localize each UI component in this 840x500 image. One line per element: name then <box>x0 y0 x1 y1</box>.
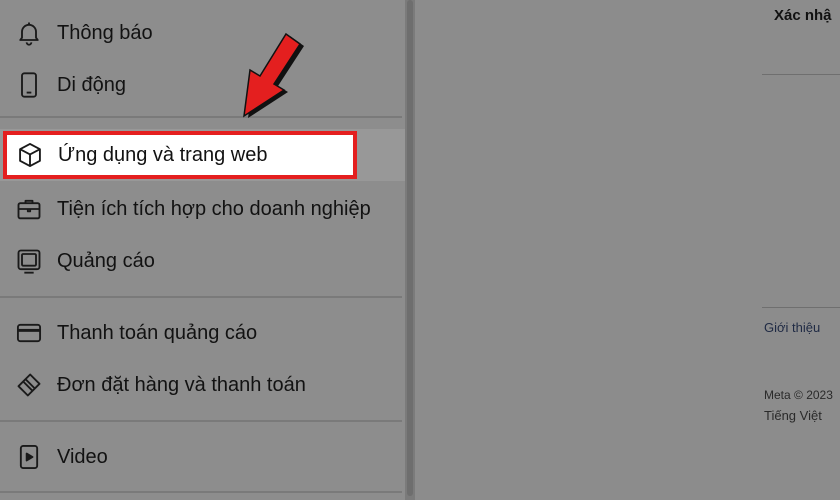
mobile-phone-icon <box>14 70 44 100</box>
highlight-box[interactable]: Ứng dụng và trang web <box>3 131 357 179</box>
sidebar-item-ads[interactable]: Quảng cáo <box>0 235 405 287</box>
settings-sidebar: Thông báo Di động Ứng dụng và trang web <box>0 0 405 500</box>
content-divider <box>762 74 840 75</box>
sidebar-item-notifications[interactable]: Thông báo <box>0 7 405 59</box>
sidebar-item-label: Tiện ích tích hợp cho doanh nghiệp <box>57 197 371 220</box>
sidebar-divider <box>0 420 402 422</box>
sidebar-item-business-integrations[interactable]: Tiện ích tích hợp cho doanh nghiệp <box>0 183 405 235</box>
ad-screen-icon <box>14 246 44 276</box>
sidebar-item-label: Di động <box>57 73 126 96</box>
sidebar-item-video[interactable]: Video <box>0 431 405 483</box>
credit-card-icon <box>14 318 44 348</box>
content-divider <box>762 307 840 308</box>
sidebar-item-label: Thông báo <box>57 21 153 44</box>
sidebar-item-label: Đơn đặt hàng và thanh toán <box>57 373 306 396</box>
bell-icon <box>14 18 44 48</box>
about-link[interactable]: Giới thiệu <box>764 320 820 335</box>
sidebar-item-label: Quảng cáo <box>57 249 155 272</box>
sidebar-divider <box>0 491 402 493</box>
sidebar-item-label: Thanh toán quảng cáo <box>57 321 258 344</box>
sidebar-divider <box>0 116 402 118</box>
cube-icon <box>15 140 45 170</box>
confirm-heading: Xác nhậ <box>774 7 832 24</box>
content-panel <box>415 0 840 500</box>
sidebar-item-label: Video <box>57 445 108 468</box>
sidebar-divider <box>0 296 402 298</box>
video-icon <box>14 442 44 472</box>
copyright-text: Meta © 2023 <box>764 388 833 402</box>
red-arrow-annotation <box>243 32 304 118</box>
briefcase-icon <box>14 194 44 224</box>
sidebar-item-mobile[interactable]: Di động <box>0 59 405 111</box>
tag-card-icon <box>14 370 44 400</box>
sidebar-item-orders-and-payments[interactable]: Đơn đặt hàng và thanh toán <box>0 359 405 411</box>
sidebar-item-ad-payments[interactable]: Thanh toán quảng cáo <box>0 307 405 359</box>
sidebar-item-label: Ứng dụng và trang web <box>58 143 268 166</box>
language-link[interactable]: Tiếng Việt <box>764 408 822 423</box>
sidebar-scrollbar-thumb[interactable] <box>407 0 413 496</box>
